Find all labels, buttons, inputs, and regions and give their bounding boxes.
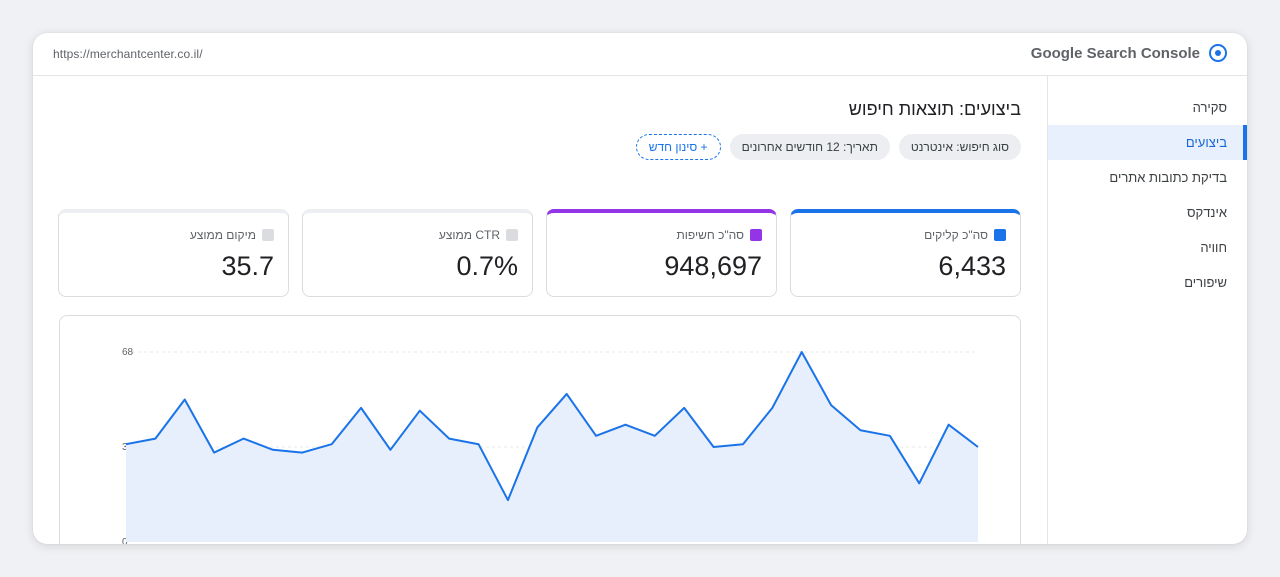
sidebar-item-performance[interactable]: ביצועים: [1048, 125, 1247, 160]
top-bar: https://merchantcenter.co.il/ Google Sea…: [33, 33, 1247, 76]
sidebar-item-index[interactable]: אינדקס: [1048, 195, 1247, 230]
metric-cards: סה"כ קליקים 6,433 סה"כ חשיפות 948,697 CT…: [58, 209, 1021, 297]
card-label: CTR ממוצע: [439, 228, 518, 242]
data-point: [359, 406, 363, 410]
brand-name: Google Search Console: [1030, 44, 1200, 62]
data-point: [770, 406, 774, 410]
sidebar-item-url-inspection[interactable]: בדיקת כתובות אתרים: [1048, 160, 1247, 195]
chart-svg: 0346812-2801-1201-26: [122, 347, 980, 544]
data-point: [623, 423, 627, 427]
checkbox-icon: [506, 229, 518, 241]
card-value: 948,697: [664, 251, 762, 281]
card-label-text: סה"כ קליקים: [924, 228, 988, 242]
filter-bar: סוג חיפוש: אינטרנט תאריך: 12 חודשים אחרו…: [635, 134, 1021, 160]
y-tick-label: 68: [122, 347, 134, 358]
data-point: [741, 442, 745, 446]
data-point: [242, 437, 246, 441]
add-filter-button[interactable]: + סינון חדש: [635, 134, 721, 160]
data-point: [976, 445, 980, 449]
card-value: 6,433: [938, 251, 1006, 281]
data-point: [212, 451, 216, 455]
average-position-card[interactable]: מיקום ממוצע 35.7: [58, 209, 289, 297]
data-point: [330, 442, 334, 446]
data-point: [888, 434, 892, 438]
date-range-chip[interactable]: תאריך: 12 חודשים אחרונים: [729, 134, 890, 160]
data-point: [947, 423, 951, 427]
card-value: 0.7%: [456, 251, 518, 281]
card-label: סה"כ קליקים: [924, 228, 1006, 242]
data-point: [565, 392, 569, 396]
data-point: [271, 448, 275, 452]
data-point: [917, 481, 921, 485]
data-point: [712, 445, 716, 449]
data-point: [447, 437, 451, 441]
area-fill: [126, 352, 978, 542]
data-point: [594, 434, 598, 438]
sidebar-item-experience[interactable]: חוויה: [1048, 230, 1247, 265]
console-logo-icon: [1209, 44, 1227, 62]
total-impressions-card[interactable]: סה"כ חשיפות 948,697: [546, 209, 777, 297]
checkbox-icon: [994, 229, 1006, 241]
card-label: מיקום ממוצע: [190, 228, 274, 242]
data-point: [653, 434, 657, 438]
data-point: [477, 442, 481, 446]
checkbox-icon: [750, 229, 762, 241]
card-value: 35.7: [221, 251, 274, 281]
performance-chart: 0346812-2801-1201-26: [59, 315, 1021, 544]
data-point: [682, 406, 686, 410]
search-type-chip[interactable]: סוג חיפוש: אינטרנט: [898, 134, 1021, 160]
average-ctr-card[interactable]: CTR ממוצע 0.7%: [302, 209, 533, 297]
card-label-text: סה"כ חשיפות: [676, 228, 744, 242]
data-point: [535, 425, 539, 429]
card-label-text: מיקום ממוצע: [189, 228, 256, 242]
data-point: [300, 451, 304, 455]
data-point: [506, 498, 510, 502]
main-content: ביצועים: תוצאות חיפוש סוג חיפוש: אינטרנט…: [33, 76, 1047, 544]
site-url[interactable]: https://merchantcenter.co.il/: [53, 47, 203, 61]
data-point: [829, 403, 833, 407]
sidebar-item-enhancements[interactable]: שיפורים: [1048, 265, 1247, 300]
data-point: [418, 409, 422, 413]
data-point: [124, 442, 128, 446]
card-label-text: CTR ממוצע: [438, 228, 500, 242]
brand[interactable]: Google Search Console: [1031, 44, 1227, 62]
checkbox-icon: [262, 229, 274, 241]
sidebar: סקירה ביצועים בדיקת כתובות אתרים אינדקס …: [1047, 76, 1247, 544]
page-title: ביצועים: תוצאות חיפוש: [848, 99, 1021, 119]
nav-list: סקירה ביצועים בדיקת כתובות אתרים אינדקס …: [1048, 90, 1247, 300]
data-point: [153, 437, 157, 441]
data-point: [800, 350, 804, 354]
data-point: [858, 428, 862, 432]
data-point: [388, 448, 392, 452]
app-window: https://merchantcenter.co.il/ Google Sea…: [33, 33, 1247, 544]
card-label: סה"כ חשיפות: [676, 228, 762, 242]
sidebar-item-overview[interactable]: סקירה: [1048, 90, 1247, 125]
data-point: [183, 398, 187, 402]
total-clicks-card[interactable]: סה"כ קליקים 6,433: [790, 209, 1021, 297]
